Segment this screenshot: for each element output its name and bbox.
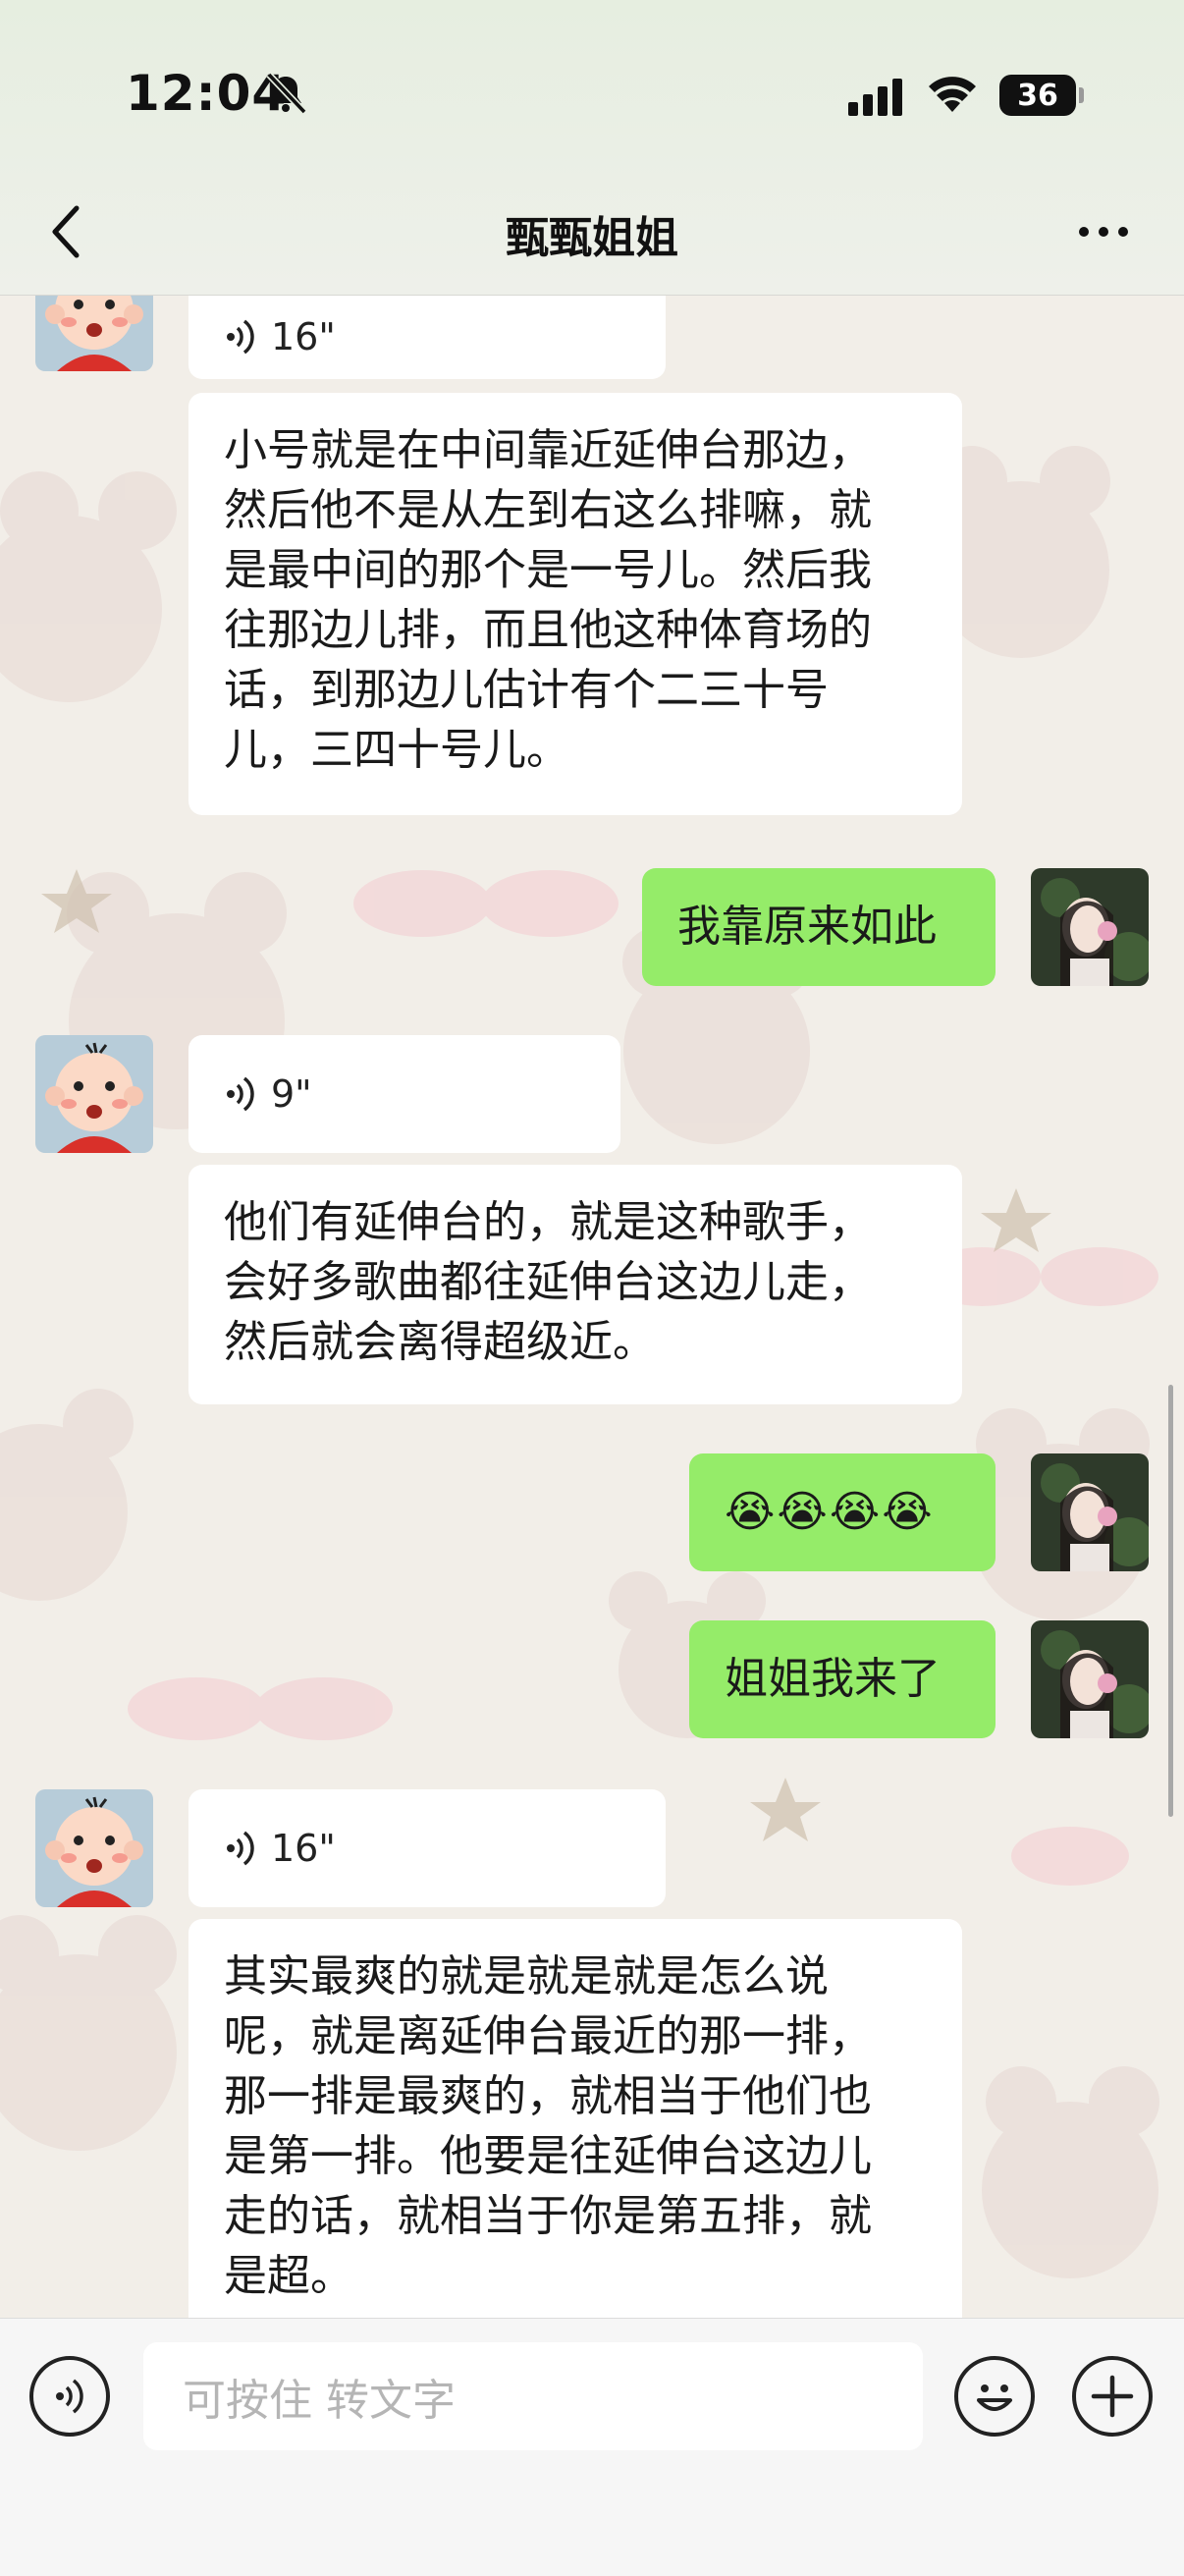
voice-wave-icon	[227, 1076, 254, 1112]
voice-wave-icon	[227, 319, 254, 355]
emoji-button[interactable]	[954, 2356, 1035, 2437]
contact-avatar[interactable]	[35, 1035, 153, 1153]
my-avatar[interactable]	[1031, 1620, 1149, 1738]
sent-message[interactable]: 姐姐我来了	[689, 1620, 996, 1738]
voice-message[interactable]: 16"	[188, 295, 666, 379]
message-list[interactable]: 16" 小号就是在中间靠近延伸台那边， 然后他不是从左到右这么排嘛，就 是最中间…	[0, 295, 1184, 2318]
text-message[interactable]: 小号就是在中间靠近延伸台那边， 然后他不是从左到右这么排嘛，就 是最中间的那个是…	[188, 393, 962, 815]
sent-message[interactable]: 😭😭😭😭	[689, 1453, 996, 1571]
voice-duration: 9"	[271, 1072, 312, 1116]
chat-title: 甄甄姐姐	[506, 213, 678, 263]
voice-message[interactable]: 16"	[188, 1789, 666, 1907]
plus-button[interactable]	[1072, 2356, 1153, 2437]
voice-input-button[interactable]	[29, 2356, 110, 2437]
scrollbar[interactable]	[1168, 1385, 1173, 1817]
wifi-icon	[929, 77, 976, 112]
top-bar: 12:04 36 甄甄姐姐	[0, 0, 1184, 296]
input-placeholder: 可按住 转文字	[183, 2376, 456, 2426]
message-input[interactable]: 可按住 转文字	[143, 2342, 923, 2450]
text-message[interactable]: 其实最爽的就是就是就是怎么说 呢，就是离延伸台最近的那一排， 那一排是最爽的，就…	[188, 1919, 962, 2318]
my-avatar[interactable]	[1031, 868, 1149, 986]
signal-icon	[848, 79, 902, 116]
voice-duration: 16"	[271, 315, 336, 358]
text-message[interactable]: 他们有延伸台的，就是这种歌手， 会好多歌曲都往延伸台这边儿走， 然后就会离得超级…	[188, 1165, 962, 1404]
battery-icon: 36	[999, 75, 1084, 116]
more-icon[interactable]	[1076, 222, 1131, 242]
voice-duration: 16"	[271, 1827, 336, 1870]
emoji-icon	[977, 2384, 1012, 2411]
sent-message[interactable]: 我靠原来如此	[642, 868, 996, 986]
my-avatar[interactable]	[1031, 1453, 1149, 1571]
voice-wave-icon	[227, 1831, 254, 1866]
contact-avatar[interactable]	[35, 295, 153, 371]
bell-slash-icon	[266, 72, 307, 115]
battery-level: 36	[1017, 78, 1058, 113]
voice-wave-icon	[56, 2379, 83, 2414]
contact-avatar[interactable]	[35, 1789, 153, 1907]
input-bar: 可按住 转文字	[0, 2318, 1184, 2576]
plus-icon	[1091, 2375, 1134, 2418]
voice-message[interactable]: 9"	[188, 1035, 620, 1153]
